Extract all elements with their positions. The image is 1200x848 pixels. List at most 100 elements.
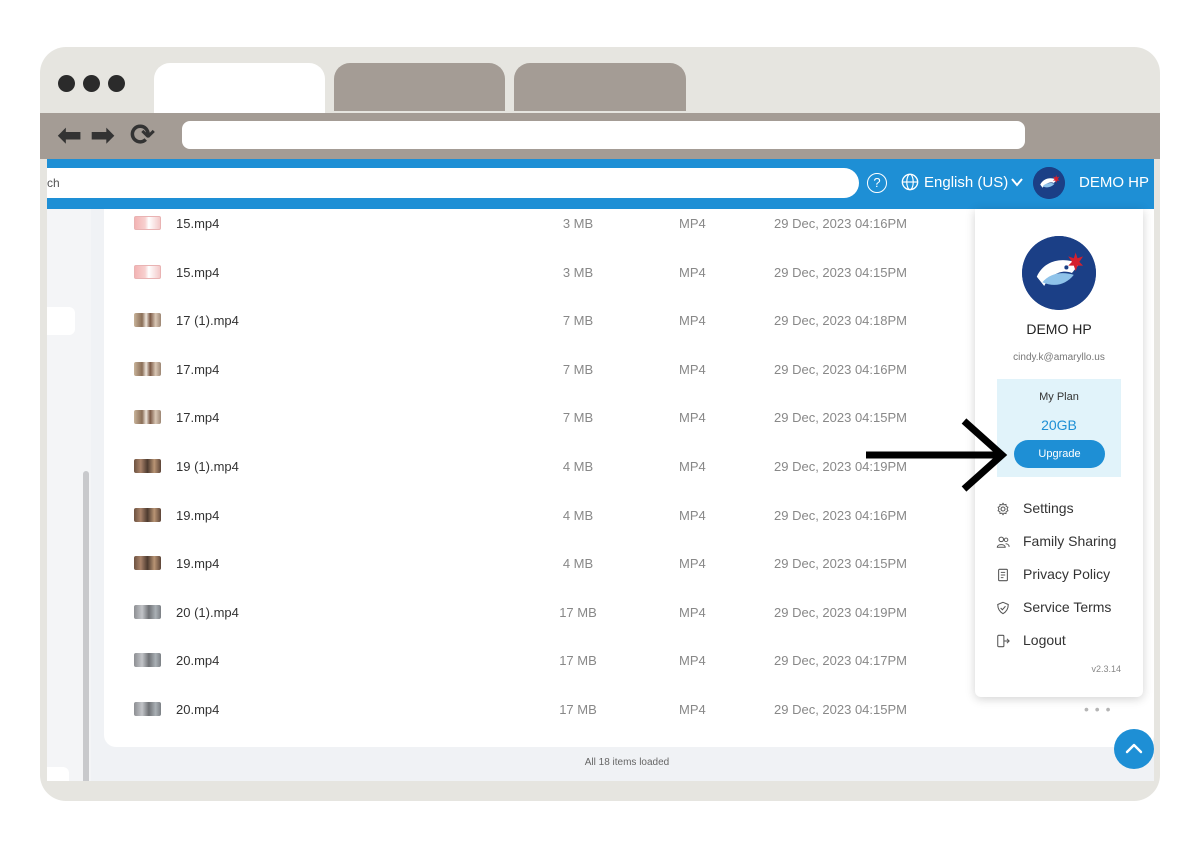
file-name[interactable]: 19 (1).mp4 [176, 459, 239, 474]
address-bar[interactable] [182, 121, 1025, 149]
more-options-icon[interactable]: • • • [1084, 701, 1111, 717]
file-size: 3 MB [562, 264, 594, 280]
file-type: MP4 [679, 459, 706, 474]
document-icon [998, 568, 1008, 582]
back-arrow-icon[interactable]: ⬅ [57, 119, 82, 153]
menu-item-logout[interactable]: Logout [975, 627, 1143, 655]
sidebar-item[interactable] [47, 307, 75, 335]
globe-icon [901, 173, 919, 191]
file-name[interactable]: 20.mp4 [176, 653, 219, 668]
sidebar-scrollbar[interactable] [83, 471, 89, 781]
menu-item-privacy-policy[interactable]: Privacy Policy [975, 561, 1143, 589]
file-type: MP4 [679, 653, 706, 669]
shield-icon [997, 601, 1009, 615]
file-name[interactable]: 17.mp4 [176, 362, 219, 377]
file-type: MP4 [679, 313, 706, 329]
file-date: 29 Dec, 2023 04:17PM [774, 653, 907, 669]
chevron-up-icon [1125, 743, 1143, 754]
app-version: v2.3.14 [1091, 664, 1121, 674]
menu-item-label: Family Sharing [1023, 533, 1117, 549]
video-thumbnail[interactable] [134, 653, 161, 668]
video-thumbnail[interactable] [134, 507, 161, 522]
sidebar-storage-card [47, 767, 69, 781]
file-date: 29 Dec, 2023 04:15PM [774, 702, 907, 717]
app-header: ? English (US) DEMO HP [47, 159, 1154, 209]
blue-jay-logo [1033, 167, 1065, 199]
file-type: MP4 [679, 507, 706, 523]
file-type: MP4 [679, 604, 706, 620]
gear-icon [997, 502, 1009, 516]
file-size: 17 MB [559, 702, 597, 717]
menu-item-label: Privacy Policy [1023, 566, 1111, 582]
chevron-down-icon[interactable] [1010, 175, 1024, 189]
logout-icon [997, 634, 1010, 648]
file-size: 7 MB [562, 361, 594, 377]
video-thumbnail[interactable] [134, 216, 161, 230]
file-size: 3 MB [562, 216, 594, 231]
items-loaded-status: All 18 items loaded [584, 757, 670, 768]
help-icon[interactable]: ? [867, 173, 887, 193]
file-name[interactable]: 20.mp4 [176, 702, 219, 717]
file-name[interactable]: 15.mp4 [176, 216, 219, 231]
plan-size: 20GB [1041, 417, 1077, 433]
menu-item-label: Logout [1023, 632, 1066, 648]
menu-item-family-sharing[interactable]: Family Sharing [975, 528, 1143, 556]
file-name[interactable]: 17.mp4 [176, 410, 219, 425]
forward-arrow-icon[interactable]: ➡ [90, 119, 115, 153]
blue-jay-logo [1022, 236, 1096, 310]
video-thumbnail[interactable] [134, 313, 161, 328]
search-input[interactable] [47, 168, 859, 198]
reload-icon[interactable]: ⟳ [130, 119, 155, 153]
browser-tab-active[interactable] [154, 63, 325, 117]
file-size: 4 MB [562, 459, 594, 474]
file-name[interactable]: 15.mp4 [176, 265, 219, 280]
maximize-window-dot[interactable] [108, 75, 125, 92]
file-size: 7 MB [562, 410, 594, 426]
language-selector[interactable]: English (US) [924, 174, 1008, 191]
file-size: 4 MB [562, 556, 594, 572]
annotation-arrow-icon [866, 418, 1008, 492]
menu-item-settings[interactable]: Settings [975, 495, 1143, 523]
file-size: 4 MB [562, 507, 594, 523]
browser-tab[interactable] [514, 63, 686, 111]
profile-email: cindy.k@amaryllo.us [1013, 352, 1105, 363]
user-menu-name[interactable]: DEMO HP [1079, 174, 1149, 191]
plan-label: My Plan [1039, 391, 1079, 403]
video-thumbnail[interactable] [134, 361, 161, 376]
menu-item-service-terms[interactable]: Service Terms [975, 594, 1143, 622]
file-name[interactable]: 17 (1).mp4 [176, 313, 239, 328]
upgrade-button[interactable]: Upgrade [1014, 440, 1105, 468]
file-type: MP4 [679, 702, 706, 717]
window-controls [58, 75, 125, 92]
close-window-dot[interactable] [58, 75, 75, 92]
file-type: MP4 [679, 556, 706, 572]
file-type: MP4 [679, 264, 706, 280]
video-thumbnail[interactable] [134, 604, 161, 619]
browser-tab[interactable] [334, 63, 505, 111]
scroll-to-top-button[interactable] [1114, 729, 1154, 769]
file-date: 29 Dec, 2023 04:16PM [774, 507, 907, 523]
video-thumbnail[interactable] [134, 459, 161, 473]
video-thumbnail[interactable] [134, 702, 161, 716]
video-thumbnail[interactable] [134, 410, 161, 425]
video-thumbnail[interactable] [134, 556, 161, 571]
avatar-large [1022, 236, 1096, 310]
file-name[interactable]: 19.mp4 [176, 508, 219, 523]
file-date: 29 Dec, 2023 04:16PM [774, 361, 907, 377]
file-date: 29 Dec, 2023 04:19PM [774, 604, 907, 620]
menu-item-label: Service Terms [1023, 599, 1112, 615]
file-name[interactable]: 20 (1).mp4 [176, 605, 239, 620]
file-type: MP4 [679, 410, 706, 426]
file-date: 29 Dec, 2023 04:15PM [774, 264, 907, 280]
file-name[interactable]: 19.mp4 [176, 556, 219, 571]
browser-toolbar: ⬅ ➡ ⟳ [40, 113, 1160, 159]
file-type: MP4 [679, 216, 706, 231]
file-date: 29 Dec, 2023 04:18PM [774, 313, 907, 329]
profile-name: DEMO HP [1026, 321, 1092, 337]
minimize-window-dot[interactable] [83, 75, 100, 92]
video-thumbnail[interactable] [134, 264, 161, 279]
avatar[interactable] [1033, 167, 1065, 199]
file-date: 29 Dec, 2023 04:16PM [774, 216, 907, 231]
left-sidebar [47, 209, 91, 781]
file-size: 17 MB [559, 604, 597, 620]
